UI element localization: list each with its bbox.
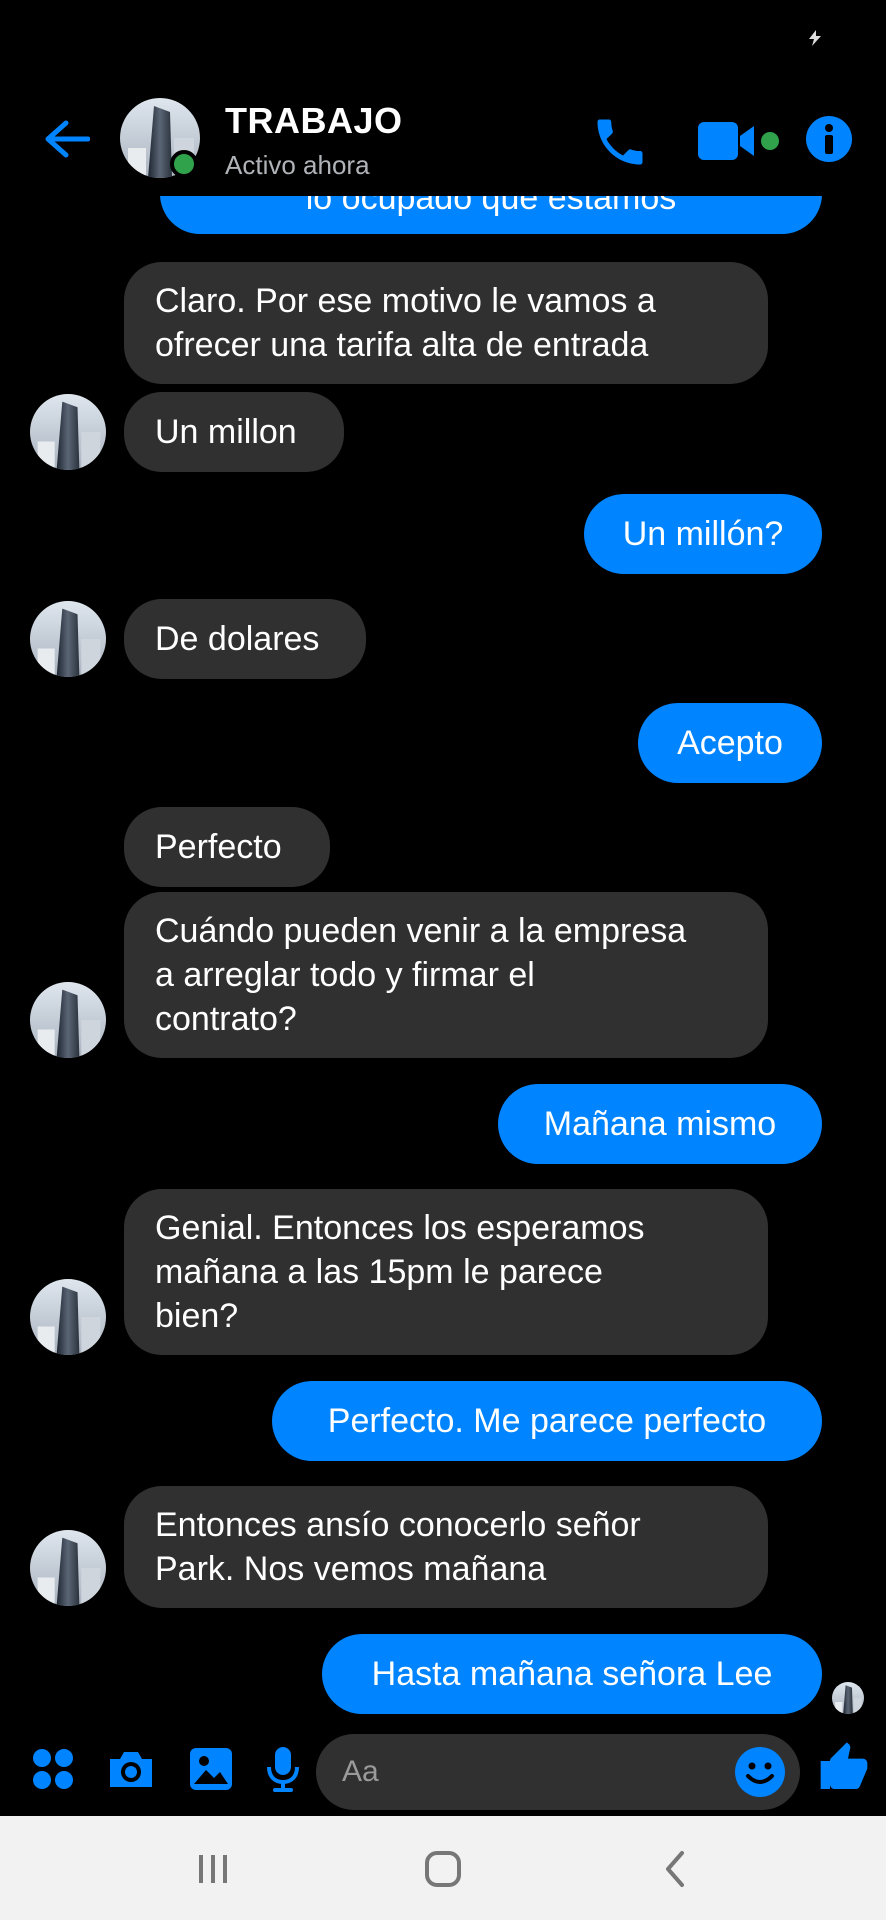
back-arrow-icon[interactable] bbox=[38, 110, 96, 168]
home-icon[interactable] bbox=[418, 1846, 468, 1892]
sender-avatar[interactable] bbox=[30, 1530, 106, 1606]
message-incoming[interactable]: Genial. Entonces los esperamos mañana a … bbox=[124, 1189, 768, 1355]
message-input[interactable] bbox=[342, 1734, 722, 1810]
message-incoming[interactable]: Un millon bbox=[124, 392, 344, 472]
message-outgoing[interactable]: Acepto bbox=[638, 703, 822, 783]
thumbs-up-icon[interactable] bbox=[816, 1740, 872, 1796]
video-camera-icon[interactable] bbox=[696, 116, 786, 166]
message-outgoing[interactable]: Mañana mismo bbox=[498, 1084, 822, 1164]
info-icon[interactable] bbox=[804, 114, 854, 164]
message-outgoing[interactable]: Un millón? bbox=[584, 494, 822, 574]
message-incoming[interactable]: Cuándo pueden venir a la empresa a arreg… bbox=[124, 892, 768, 1058]
charging-icon bbox=[809, 30, 821, 46]
message-incoming[interactable]: Perfecto bbox=[124, 807, 330, 887]
gallery-icon[interactable] bbox=[186, 1744, 236, 1794]
message-incoming[interactable]: Claro. Por ese motivo le vamos a ofrecer… bbox=[124, 262, 768, 384]
message-outgoing[interactable]: lo ocupado que estamos bbox=[160, 196, 822, 234]
status-bar bbox=[0, 0, 886, 80]
message-input-container bbox=[316, 1734, 800, 1810]
sender-avatar[interactable] bbox=[30, 601, 106, 677]
phone-icon[interactable] bbox=[590, 112, 650, 172]
emoji-icon[interactable] bbox=[734, 1746, 786, 1798]
message-composer bbox=[0, 1726, 886, 1816]
microphone-icon[interactable] bbox=[258, 1744, 308, 1794]
camera-icon[interactable] bbox=[106, 1744, 156, 1794]
message-thread[interactable]: lo ocupado que estamos Claro. Por ese mo… bbox=[0, 196, 886, 1726]
seen-indicator-avatar bbox=[832, 1682, 864, 1714]
message-incoming[interactable]: Entonces ansío conocerlo señor Park. Nos… bbox=[124, 1486, 768, 1608]
online-indicator bbox=[170, 150, 198, 178]
message-incoming[interactable]: De dolares bbox=[124, 599, 366, 679]
contact-name[interactable]: TRABAJO bbox=[225, 100, 403, 142]
back-icon[interactable] bbox=[650, 1846, 700, 1892]
android-navigation-bar bbox=[0, 1816, 886, 1920]
sender-avatar[interactable] bbox=[30, 982, 106, 1058]
active-status: Activo ahora bbox=[225, 150, 370, 180]
message-outgoing[interactable]: Hasta mañana señora Lee bbox=[322, 1634, 822, 1714]
sender-avatar[interactable] bbox=[30, 1279, 106, 1355]
recents-icon[interactable] bbox=[188, 1846, 238, 1892]
apps-icon[interactable] bbox=[28, 1744, 78, 1794]
chat-header: TRABAJO Activo ahora bbox=[0, 86, 886, 196]
message-outgoing[interactable]: Perfecto. Me parece perfecto bbox=[272, 1381, 822, 1461]
sender-avatar[interactable] bbox=[30, 394, 106, 470]
